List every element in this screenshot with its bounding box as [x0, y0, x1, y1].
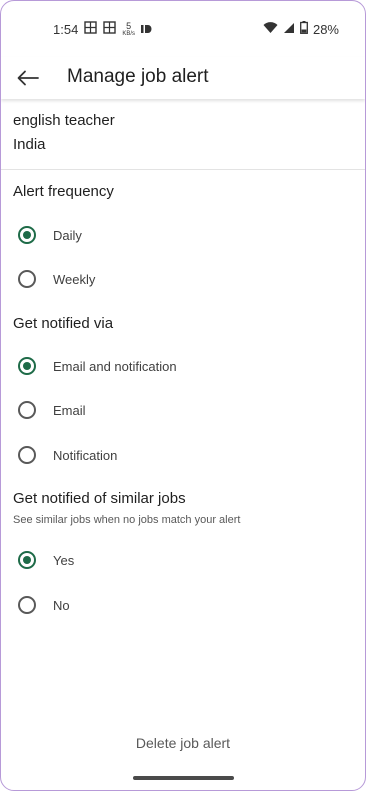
radio-email[interactable]: Email [1, 390, 365, 430]
radio-label: Email and notification [53, 358, 177, 374]
radio-yes[interactable]: Yes [1, 540, 365, 580]
radio-label: Email [53, 402, 86, 418]
similar-jobs-subtitle: See similar jobs when no jobs match your… [13, 514, 241, 526]
alert-summary: english teacher India [13, 112, 115, 153]
alert-frequency-title: Alert frequency [13, 183, 114, 200]
battery-percent: 28% [312, 21, 339, 37]
radio-button-checked[interactable] [18, 226, 36, 244]
back-button[interactable] [13, 63, 43, 93]
radio-button-checked[interactable] [18, 551, 36, 569]
net-speed-unit: KB/s [122, 30, 135, 37]
radio-weekly[interactable]: Weekly [1, 259, 365, 299]
radio-button[interactable] [18, 401, 36, 419]
grid-icon [103, 21, 117, 37]
notify-via-title: Get notified via [13, 315, 114, 332]
wifi-icon [263, 21, 278, 37]
radio-no[interactable]: No [1, 585, 365, 625]
signal-icon [283, 22, 295, 37]
net-speed-value: 5 [126, 20, 132, 31]
status-left: 1:54 5 KB/s [53, 21, 152, 37]
radio-button-checked[interactable] [18, 357, 36, 375]
arrow-left-icon [17, 70, 39, 86]
battery-icon [300, 21, 308, 37]
radio-label: Weekly [53, 271, 96, 287]
similar-jobs-title: Get notified of similar jobs [13, 490, 186, 507]
page-title: Manage job alert [67, 66, 209, 87]
radio-email-and-notification[interactable]: Email and notification [1, 346, 365, 386]
radio-notification[interactable]: Notification [1, 435, 365, 475]
radio-label: No [53, 597, 70, 613]
id-icon [140, 22, 152, 37]
alert-keyword: english teacher [13, 112, 115, 129]
radio-label: Yes [53, 552, 75, 568]
status-time: 1:54 [53, 21, 79, 37]
alert-location: India [13, 136, 46, 153]
radio-label: Daily [53, 227, 82, 243]
divider [1, 169, 365, 170]
delete-job-alert-button[interactable]: Delete job alert [1, 735, 365, 751]
radio-button[interactable] [18, 446, 36, 464]
gesture-home-bar[interactable] [133, 776, 234, 780]
status-bar: 1:54 5 KB/s 28% [1, 1, 365, 57]
radio-button[interactable] [18, 270, 36, 288]
top-app-bar: Manage job alert [1, 57, 365, 99]
net-speed: 5 KB/s [122, 20, 135, 37]
radio-daily[interactable]: Daily [1, 215, 365, 255]
radio-button[interactable] [18, 596, 36, 614]
app-frame: 1:54 5 KB/s 28% Manage job alert english… [0, 0, 366, 791]
status-right: 28% [263, 21, 339, 37]
grid-icon [84, 21, 98, 37]
radio-label: Notification [53, 447, 118, 463]
